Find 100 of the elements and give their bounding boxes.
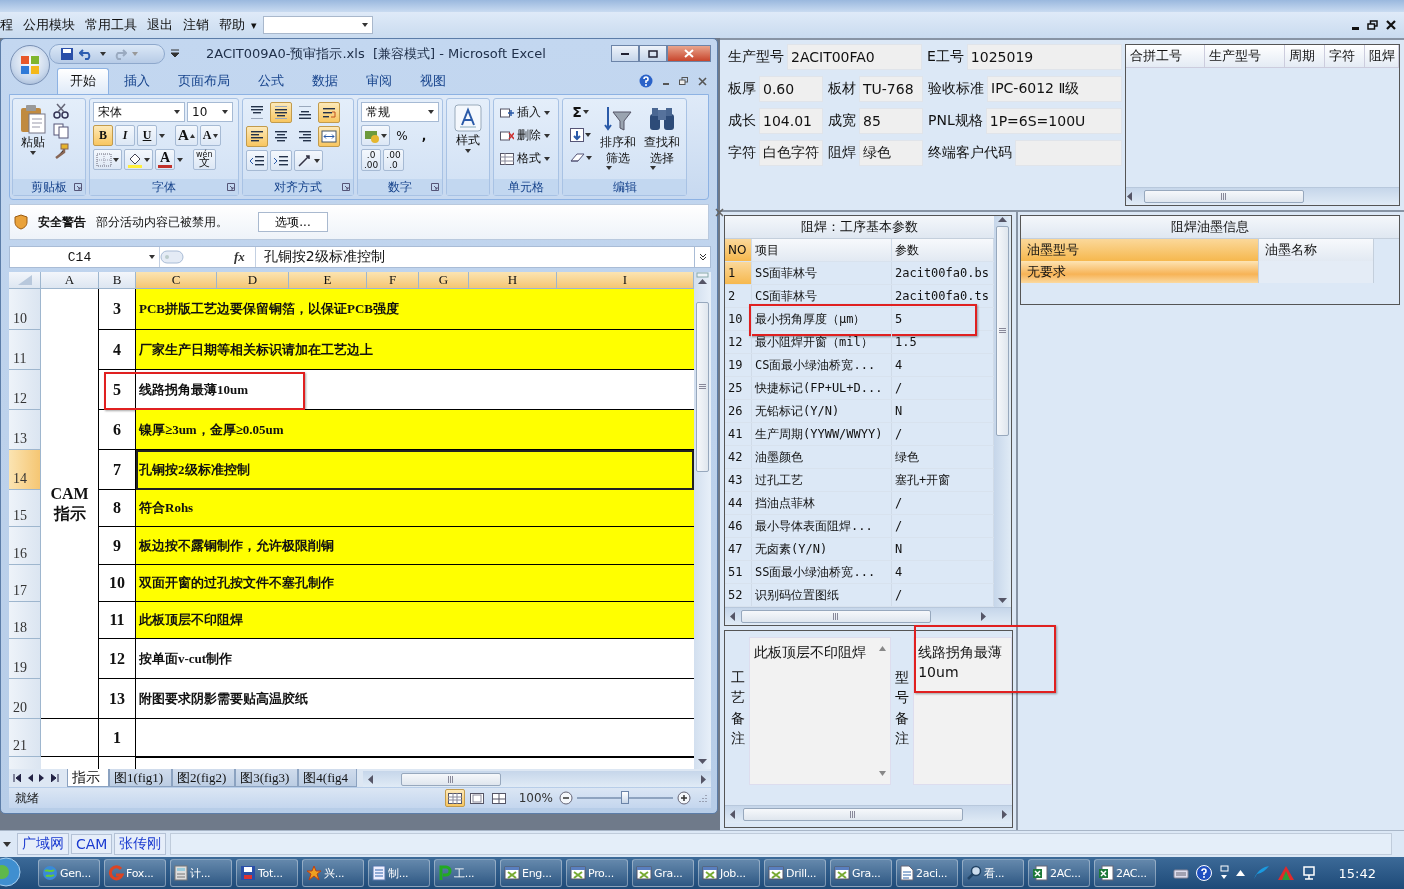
row-header[interactable]: 11 (9, 330, 41, 370)
sheet-tab[interactable]: 图4(fig4 (298, 769, 358, 787)
row-header[interactable]: 15 (9, 490, 41, 527)
row-header[interactable]: 10 (9, 289, 41, 330)
ribbon-tab[interactable]: 页面布局 (165, 68, 243, 94)
fill-color-button[interactable] (124, 149, 153, 170)
menu-item[interactable]: 注销 (179, 16, 215, 34)
font-style-button[interactable]: I (115, 125, 135, 146)
font-size-field[interactable]: 10 (187, 102, 233, 122)
info-field[interactable]: 104.01 (759, 108, 823, 134)
info-field[interactable]: 白色字符 (759, 140, 823, 166)
comma-button[interactable]: , (414, 125, 434, 146)
bottom-tab[interactable]: 张传刚 (114, 833, 167, 855)
column-header[interactable]: 生产型号 (1205, 45, 1285, 67)
taskbar-button[interactable]: Pro... (566, 859, 628, 887)
font-name-field[interactable]: 宋体 (93, 102, 185, 122)
ribbon-tab[interactable]: 审阅 (353, 68, 405, 94)
taskbar-button[interactable]: Gen... (38, 859, 100, 887)
zoom-slider-thumb[interactable] (621, 791, 629, 804)
align-middle-button[interactable] (270, 102, 292, 123)
column-header[interactable]: 周期 (1285, 45, 1325, 67)
column-header[interactable]: I (557, 272, 694, 289)
align-left-button[interactable] (246, 126, 268, 147)
column-header[interactable]: 项目 (752, 239, 892, 261)
scrollbar-thumb[interactable] (696, 302, 709, 472)
bottom-tab[interactable]: CAM (71, 834, 113, 854)
formula-field[interactable]: 孔铜按2级标准控制 (254, 247, 694, 267)
taskbar-button[interactable]: Gra... (830, 859, 892, 887)
insert-function-button[interactable]: fx (234, 249, 245, 265)
column-header[interactable]: 油墨名称 (1259, 239, 1374, 261)
menu-item[interactable]: 程 (0, 16, 19, 34)
menu-item[interactable]: 常用工具 (81, 16, 143, 34)
taskbar-button[interactable]: 计... (170, 859, 232, 887)
orientation-button[interactable] (294, 150, 323, 171)
taskbar-button[interactable]: Drill... (764, 859, 826, 887)
shrink-font-button[interactable]: A (199, 125, 221, 146)
info-field[interactable]: 85 (859, 108, 923, 134)
column-header[interactable]: 字符 (1325, 45, 1365, 67)
paste-button[interactable]: 粘贴 (16, 101, 50, 177)
taskbar-button[interactable]: Gra... (632, 859, 694, 887)
scrollbar-thumb[interactable] (743, 808, 963, 821)
ribbon-tab[interactable]: 公式 (245, 68, 297, 94)
column-header[interactable]: B (99, 272, 136, 289)
taskbar-button[interactable]: 2aci... (896, 859, 958, 887)
wrap-text-button[interactable] (318, 102, 340, 123)
ribbon-tab[interactable]: 数据 (299, 68, 351, 94)
menu-item[interactable]: 帮助 (215, 16, 251, 34)
cells-menu-button[interactable]: 插入 (497, 102, 555, 123)
column-header[interactable]: 油墨型号 (1021, 239, 1259, 261)
percent-button[interactable]: % (392, 125, 412, 146)
cells-menu-button[interactable]: 格式 (497, 148, 555, 169)
taskbar-button[interactable]: 看... (962, 859, 1024, 887)
cells-menu-button[interactable]: 删除 (497, 125, 555, 146)
row-header[interactable]: 13 (9, 410, 41, 450)
notes-field[interactable]: 此板顶层不印阻焊 (749, 637, 892, 785)
column-header[interactable]: F (367, 272, 419, 289)
row-header[interactable]: 17 (9, 565, 41, 602)
taskbar-button[interactable]: 2AC... (1028, 859, 1090, 887)
menu-overflow-button[interactable]: ▾ (251, 18, 263, 32)
info-field[interactable]: 1025019 (966, 44, 1122, 70)
scrollbar-thumb[interactable] (401, 772, 502, 786)
row-header[interactable]: 20 (9, 679, 41, 719)
bottom-tab[interactable]: 广域网 (17, 833, 69, 855)
maximize-button[interactable] (639, 45, 667, 62)
taskbar-button[interactable]: 2AC... (1094, 859, 1156, 887)
info-field[interactable]: IPC-6012 Ⅱ级 (987, 76, 1122, 102)
office-button[interactable] (10, 45, 50, 85)
info-field[interactable]: 绿色 (859, 140, 923, 166)
scrollbar-thumb[interactable] (1144, 190, 1304, 203)
currency-button[interactable] (361, 125, 390, 146)
merge-cells-button[interactable] (318, 126, 340, 147)
sort-filter-button[interactable]: 排序和 筛选 (597, 101, 639, 177)
ribbon-tab[interactable]: 开始 (57, 68, 109, 94)
column-header[interactable]: H (469, 272, 557, 289)
column-header[interactable]: A (41, 272, 99, 289)
taskbar-button[interactable]: 兴... (302, 859, 364, 887)
taskbar-button[interactable]: Tot... (236, 859, 298, 887)
options-button[interactable]: 选项... (258, 212, 328, 232)
taskbar-button[interactable]: Job... (698, 859, 760, 887)
close-button[interactable] (667, 45, 711, 62)
notes-field[interactable]: 线路拐角最薄10um (913, 637, 1012, 785)
column-header[interactable]: D (217, 272, 289, 289)
row-header[interactable]: 19 (9, 639, 41, 679)
find-select-button[interactable]: 查找和 选择 (641, 101, 683, 177)
row-header[interactable]: 14 (9, 450, 41, 490)
column-header[interactable]: C (136, 272, 217, 289)
name-box[interactable]: C14 (10, 247, 160, 267)
phonetic-button[interactable]: wén 文 (193, 149, 216, 170)
row-header[interactable]: 21 (9, 719, 41, 757)
info-field[interactable]: 1P=6S=100U (985, 108, 1122, 134)
sheet-tab[interactable]: 指示 (67, 769, 109, 787)
row-header[interactable]: 12 (9, 370, 41, 410)
row-header[interactable]: 16 (9, 527, 41, 565)
menu-item[interactable]: 公用模块 (19, 16, 81, 34)
decrease-decimal-button[interactable]: .00 .0 (383, 149, 404, 171)
info-field[interactable]: 0.60 (759, 76, 823, 102)
decrease-indent-button[interactable] (246, 150, 268, 171)
autosum-button[interactable]: Σ (566, 101, 595, 122)
sheet-tab[interactable]: 图2(fig2) (172, 769, 236, 787)
sheet-tab[interactable]: 图1(fig1) (109, 769, 173, 787)
